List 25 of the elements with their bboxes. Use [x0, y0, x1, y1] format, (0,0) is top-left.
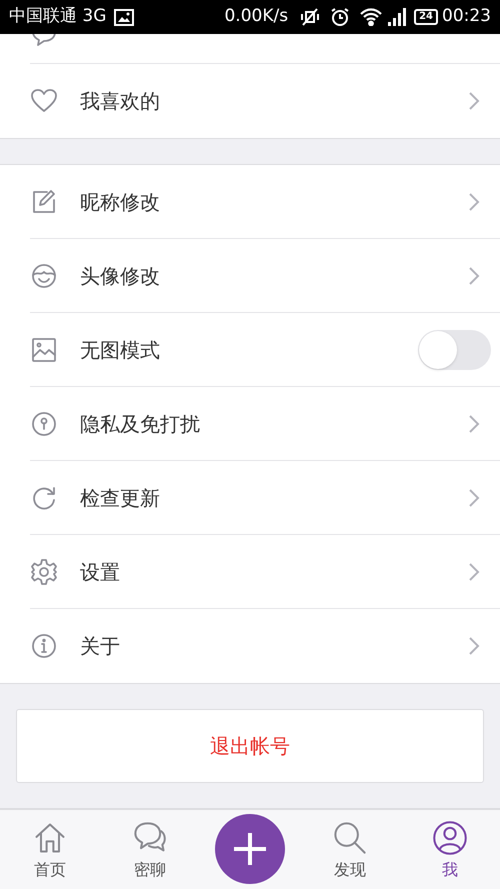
- clock-time: 00:23: [442, 5, 491, 28]
- menu-item[interactable]: 检查更新: [0, 461, 500, 535]
- battery-indicator: 24: [414, 9, 438, 25]
- menu-item[interactable]: 关于: [0, 609, 500, 683]
- menu-item[interactable]: 隐私及免打扰: [0, 387, 500, 461]
- menu-label: 头像修改: [80, 263, 160, 290]
- menu-item[interactable]: 昵称修改: [0, 165, 500, 239]
- menu-item[interactable]: 设置: [0, 535, 500, 609]
- nav-tab[interactable]: 我: [432, 810, 468, 882]
- menu-label: 设置: [80, 559, 120, 586]
- menu-item[interactable]: 头像修改: [0, 239, 500, 313]
- network-speed: 0.00K/s: [224, 5, 288, 28]
- menu-item[interactable]: 无图模式: [0, 313, 500, 387]
- nav-tab[interactable]: 首页: [32, 810, 68, 882]
- menu-label: 昵称修改: [80, 189, 160, 216]
- menu-item[interactable]: 我喜欢的: [0, 64, 500, 138]
- nav-tab[interactable]: 发现: [332, 810, 368, 882]
- nav-tab[interactable]: 密聊: [132, 810, 168, 882]
- menu-label: 关于: [80, 633, 120, 660]
- carrier-label: 中国联通 3G: [9, 5, 106, 28]
- logout-button[interactable]: 退出帐号: [16, 709, 484, 783]
- menu-label: 我喜欢的: [80, 88, 160, 115]
- menu-label: 检查更新: [80, 485, 160, 512]
- menu-label: 无图模式: [80, 337, 160, 364]
- menu-label: 隐私及免打扰: [80, 411, 200, 438]
